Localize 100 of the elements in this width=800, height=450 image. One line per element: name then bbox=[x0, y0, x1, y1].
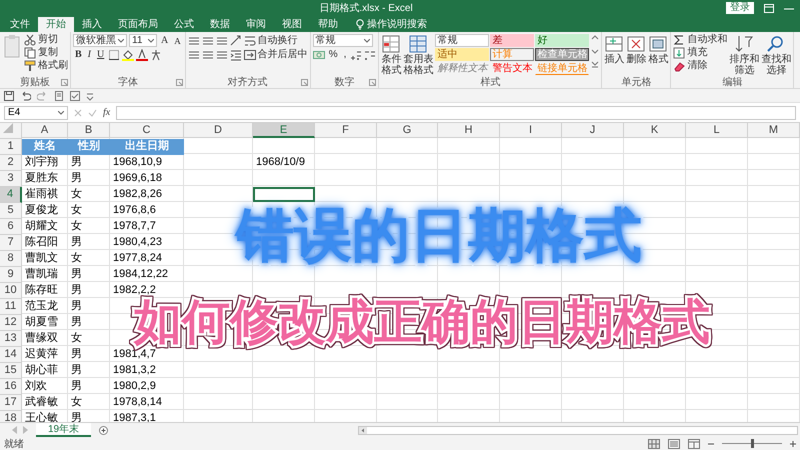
column-header[interactable]: D bbox=[184, 123, 253, 138]
phonetic-icon[interactable] bbox=[150, 48, 162, 60]
row-header[interactable]: 1 bbox=[0, 139, 22, 155]
ribbon-tab[interactable]: 公式 bbox=[166, 17, 202, 32]
percent-button[interactable]: % bbox=[326, 48, 340, 60]
column-header[interactable]: B bbox=[68, 123, 110, 138]
font-name-field[interactable]: 微软雅黑 bbox=[73, 34, 127, 47]
align-top-icon[interactable] bbox=[188, 34, 200, 46]
tell-me-search[interactable]: 操作说明搜索 bbox=[367, 17, 427, 32]
zoom-slider-thumb[interactable] bbox=[751, 439, 754, 448]
fill-button[interactable]: 填充 bbox=[673, 47, 728, 59]
zoom-out-icon[interactable] bbox=[708, 440, 714, 446]
dialog-launcher-icon[interactable] bbox=[300, 79, 308, 86]
gallery-scroll-icon[interactable] bbox=[591, 34, 600, 70]
zoom-in-icon[interactable] bbox=[790, 440, 796, 446]
save-icon[interactable] bbox=[4, 90, 14, 100]
column-header[interactable]: K bbox=[624, 123, 686, 138]
ribbon-tab[interactable]: 文件 bbox=[2, 17, 38, 32]
row-header[interactable]: 3 bbox=[0, 171, 22, 187]
normal-view-icon[interactable] bbox=[648, 438, 660, 448]
font-color-icon[interactable] bbox=[136, 48, 148, 60]
format-button[interactable]: 格式 bbox=[648, 34, 668, 65]
row-header[interactable]: 16 bbox=[0, 379, 22, 395]
column-header[interactable]: G bbox=[377, 123, 438, 138]
ribbon-tab[interactable]: 插入 bbox=[74, 17, 110, 32]
undo-icon[interactable] bbox=[20, 90, 31, 100]
column-header[interactable]: E bbox=[253, 123, 315, 138]
row-header[interactable]: 4 bbox=[0, 187, 22, 203]
increase-font-button[interactable]: A bbox=[159, 34, 170, 46]
column-header[interactable]: A bbox=[22, 123, 68, 138]
font-size-field[interactable]: 11 bbox=[129, 34, 157, 47]
comma-style-button[interactable]: , bbox=[342, 48, 348, 60]
wrap-text-button[interactable]: 自动换行 bbox=[244, 34, 298, 46]
column-header[interactable]: F bbox=[315, 123, 377, 138]
increase-decimal-icon[interactable] bbox=[350, 48, 362, 60]
cell-style-item[interactable]: 差 bbox=[490, 34, 534, 47]
ribbon-tab[interactable]: 视图 bbox=[274, 17, 310, 32]
align-center-icon[interactable] bbox=[202, 48, 214, 60]
ribbon-display-icon[interactable] bbox=[764, 4, 774, 12]
column-header[interactable]: J bbox=[562, 123, 624, 138]
row-header[interactable]: 18 bbox=[0, 411, 22, 422]
border-icon[interactable] bbox=[108, 48, 120, 60]
number-format-field[interactable]: 常规 bbox=[312, 34, 373, 47]
cut-button[interactable]: 剪切 bbox=[24, 34, 68, 46]
row-header[interactable]: 5 bbox=[0, 203, 22, 219]
row-header[interactable]: 17 bbox=[0, 395, 22, 411]
row-header[interactable]: 7 bbox=[0, 235, 22, 251]
formula-input-field[interactable] bbox=[116, 106, 796, 120]
ribbon-tab[interactable]: 审阅 bbox=[238, 17, 274, 32]
cell-style-item[interactable]: 适中 bbox=[435, 48, 490, 61]
row-header[interactable]: 14 bbox=[0, 347, 22, 363]
bold-button[interactable]: B bbox=[73, 48, 84, 60]
spelling-icon[interactable] bbox=[70, 90, 80, 100]
underline-button[interactable]: U bbox=[95, 48, 106, 60]
page-break-icon[interactable] bbox=[688, 438, 700, 448]
format-table-button[interactable]: 套用表格格式 bbox=[403, 34, 434, 76]
column-header[interactable]: I bbox=[500, 123, 562, 138]
delete-button[interactable]: 删除 bbox=[626, 34, 646, 65]
autosum-button[interactable]: 自动求和 bbox=[673, 34, 728, 46]
italic-button[interactable]: I bbox=[86, 48, 94, 60]
row-header[interactable]: 6 bbox=[0, 219, 22, 235]
align-middle-icon[interactable] bbox=[202, 34, 214, 46]
row-header[interactable]: 10 bbox=[0, 283, 22, 299]
page-layout-icon[interactable] bbox=[668, 438, 680, 448]
dialog-launcher-icon[interactable] bbox=[176, 79, 183, 86]
print-preview-icon[interactable] bbox=[54, 90, 64, 100]
dialog-launcher-icon[interactable] bbox=[369, 79, 376, 86]
fill-color-icon[interactable] bbox=[122, 48, 134, 60]
customize-icon[interactable] bbox=[86, 90, 94, 100]
sheet-tab[interactable]: 19年末 bbox=[36, 423, 92, 437]
cell-style-item[interactable]: 解释性文本 bbox=[435, 62, 490, 75]
row-header[interactable]: 15 bbox=[0, 363, 22, 379]
name-box[interactable]: E4 bbox=[4, 106, 68, 120]
insert-button[interactable]: 插入 bbox=[604, 34, 624, 65]
copy-button[interactable]: 复制 bbox=[24, 47, 68, 59]
cell-style-item[interactable]: 好 bbox=[535, 34, 590, 47]
row-header[interactable]: 12 bbox=[0, 315, 22, 331]
row-header[interactable]: 13 bbox=[0, 331, 22, 347]
row-header[interactable]: 8 bbox=[0, 251, 22, 267]
align-bottom-icon[interactable] bbox=[216, 34, 228, 46]
column-header[interactable]: H bbox=[438, 123, 500, 138]
dialog-launcher-icon[interactable] bbox=[61, 79, 68, 86]
add-sheet-icon[interactable] bbox=[99, 426, 108, 434]
cell-style-item[interactable]: 警告文本 bbox=[490, 62, 534, 75]
ribbon-tab[interactable]: 数据 bbox=[202, 17, 238, 32]
indent-icon[interactable] bbox=[230, 48, 242, 60]
row-header[interactable]: 2 bbox=[0, 155, 22, 171]
decrease-font-button[interactable]: A bbox=[172, 34, 183, 46]
find-select-button[interactable]: 查找和选择 bbox=[761, 34, 792, 76]
merge-center-button[interactable]: 合并后居中 bbox=[244, 48, 308, 60]
clear-button[interactable]: 清除 bbox=[673, 60, 728, 72]
ribbon-tab[interactable]: 页面布局 bbox=[110, 17, 166, 32]
column-header[interactable]: M bbox=[748, 123, 800, 138]
ribbon-tab[interactable]: 帮助 bbox=[310, 17, 346, 32]
sort-filter-button[interactable]: 排序和筛选 bbox=[729, 34, 760, 76]
cell-style-item[interactable]: 常规 bbox=[435, 34, 490, 47]
insert-function-button[interactable]: fx bbox=[103, 107, 110, 118]
align-left-icon[interactable] bbox=[188, 48, 200, 60]
column-header[interactable]: L bbox=[686, 123, 748, 138]
row-header[interactable]: 11 bbox=[0, 299, 22, 315]
